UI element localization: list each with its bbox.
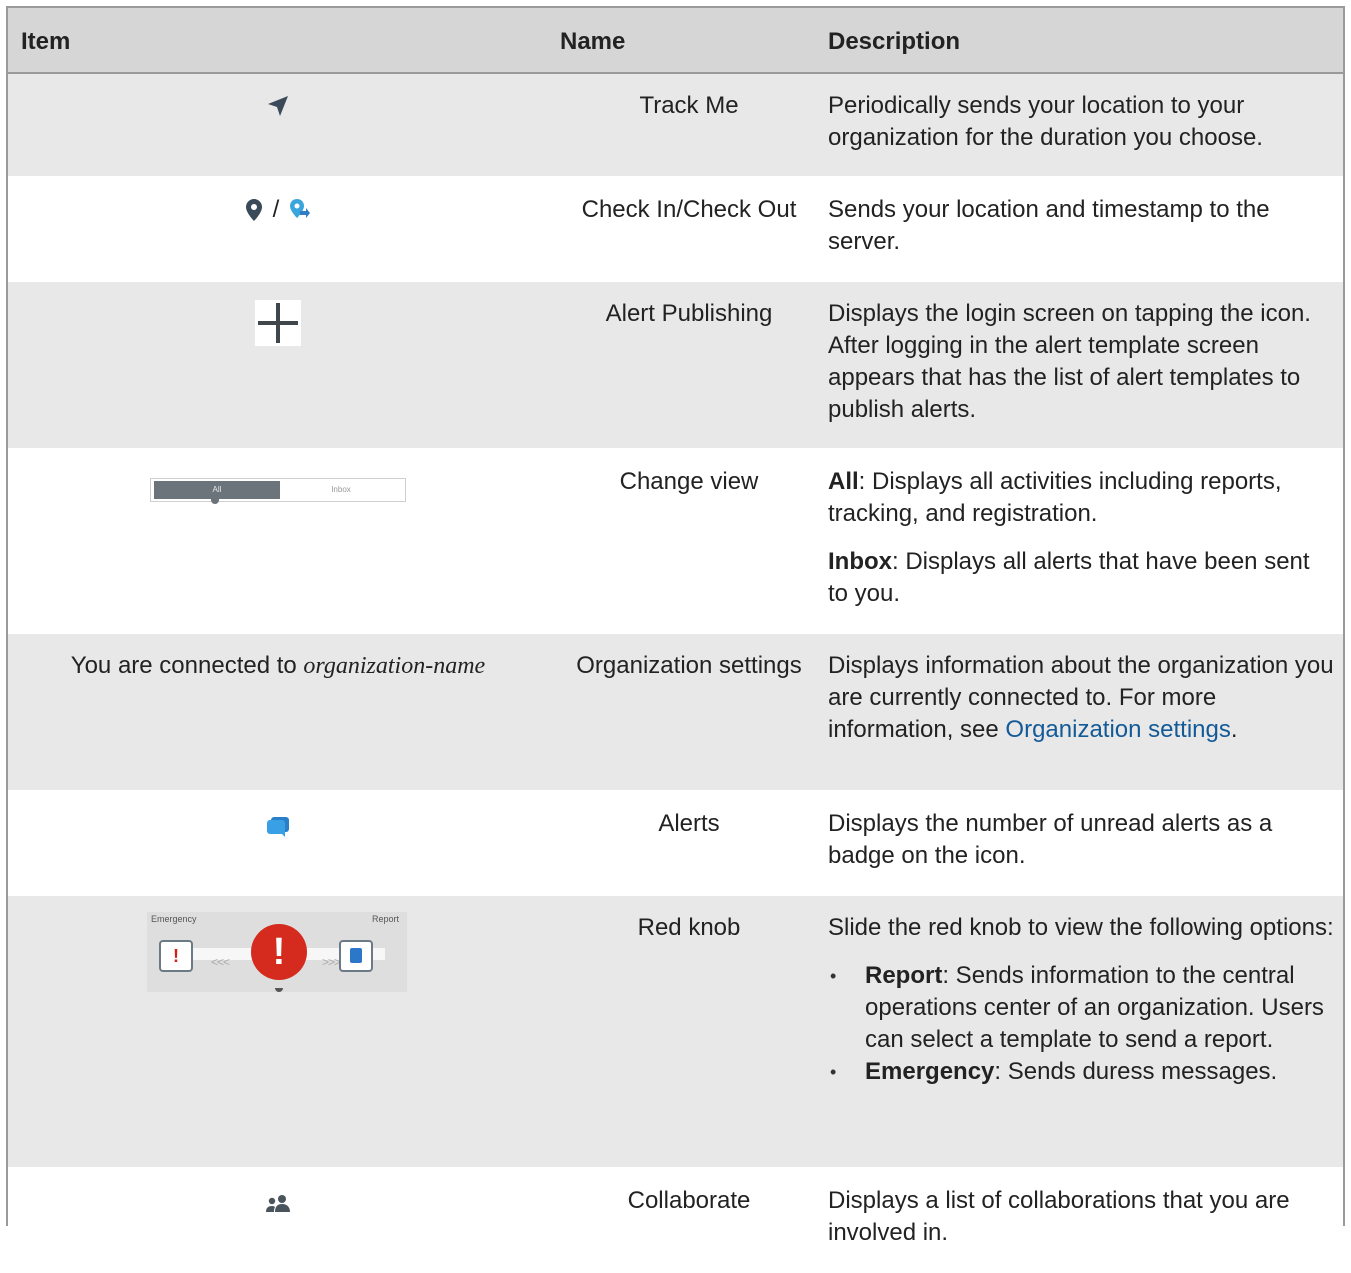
- navigation-arrow-icon: [267, 94, 289, 126]
- organization-name: organization-name: [303, 653, 486, 679]
- description-cell: Slide the red knob to view the following…: [828, 895, 1344, 1168]
- icon-separator: /: [272, 196, 280, 223]
- name-cell: Change view: [619, 468, 759, 495]
- column-header-description: Description: [828, 28, 961, 55]
- list-item: Emergency: Sends duress messages.: [828, 1056, 1336, 1088]
- term: Emergency: [865, 1058, 995, 1085]
- red-knob-icon: !: [251, 924, 307, 980]
- description-cell: Periodically sends your location to your…: [828, 92, 1263, 151]
- description-text: Slide the red knob to view the following…: [828, 914, 1334, 941]
- people-icon: [265, 1191, 291, 1223]
- table-row: Alert Publishing Displays the login scre…: [6, 281, 1344, 449]
- item-cell: [6, 73, 550, 177]
- term-text: : Displays all activities including repo…: [828, 468, 1282, 527]
- red-knob-slider: Emergency Report ! <<< >>> !: [147, 912, 407, 992]
- emergency-icon: !: [159, 940, 193, 972]
- toggle-indicator: [211, 498, 219, 504]
- name-cell: Red knob: [637, 914, 741, 941]
- map-pin-icon: [245, 198, 262, 230]
- table-row: You are connected to organization-name O…: [6, 633, 1344, 791]
- column-header-item: Item: [21, 28, 71, 55]
- term: All: [828, 468, 859, 495]
- name-cell: Alerts: [658, 810, 720, 837]
- term-text: : Sends duress messages.: [994, 1058, 1278, 1085]
- features-table: Item Name Description Track Me Periodica…: [6, 6, 1344, 1273]
- chat-bubbles-icon: [267, 814, 289, 846]
- item-cell: [6, 281, 550, 449]
- plus-icon: [255, 300, 301, 346]
- term-text: : Displays all alerts that have been sen…: [828, 548, 1310, 607]
- emergency-label: Emergency: [151, 914, 197, 924]
- item-cell: [6, 791, 550, 895]
- knob-indicator: [275, 988, 283, 992]
- connected-text: You are connected to: [70, 652, 304, 679]
- table-row: Emergency Report ! <<< >>> ! Red knob Sl…: [6, 895, 1344, 1168]
- term: Inbox: [828, 548, 892, 575]
- name-cell: Alert Publishing: [605, 300, 773, 327]
- description-cell: Displays the login screen on tapping the…: [828, 300, 1311, 423]
- table-row: Alerts Displays the number of unread ale…: [6, 791, 1344, 895]
- options-list: Report: Sends information to the central…: [828, 960, 1336, 1088]
- item-cell: Emergency Report ! <<< >>> !: [6, 895, 550, 1168]
- table-row: Collaborate Displays a list of collabora…: [6, 1168, 1344, 1272]
- description-cell: Sends your location and timestamp to the…: [828, 196, 1270, 255]
- item-cell: You are connected to organization-name: [6, 633, 550, 791]
- description-cell: All: Displays all activities including r…: [828, 449, 1344, 633]
- view-toggle-all: All: [154, 481, 280, 499]
- view-toggle-inbox: Inbox: [331, 485, 351, 494]
- item-cell: [6, 1168, 550, 1272]
- table-row: All Inbox Change view All: Displays all …: [6, 449, 1344, 633]
- organization-settings-link[interactable]: Organization settings: [1005, 716, 1230, 743]
- column-header-name: Name: [560, 28, 626, 55]
- name-cell: Collaborate: [627, 1187, 751, 1214]
- left-arrows: <<<: [211, 955, 230, 969]
- name-cell: Track Me: [639, 92, 739, 119]
- report-label: Report: [371, 914, 399, 924]
- description-cell: Displays a list of collaborations that y…: [828, 1187, 1290, 1246]
- description-cell: Displays information about the organizat…: [828, 633, 1344, 791]
- right-arrows: >>>: [322, 955, 341, 969]
- table-row: / Check In/Check Out Sends your location…: [6, 177, 1344, 281]
- table-row: Track Me Periodically sends your locatio…: [6, 73, 1344, 177]
- name-cell: Organization settings: [576, 652, 802, 679]
- description-cell: Displays the number of unread alerts as …: [828, 810, 1273, 869]
- table-right-border: [1343, 6, 1345, 1226]
- name-cell: Check In/Check Out: [581, 196, 797, 223]
- report-icon: [339, 940, 373, 972]
- map-pin-checkout-icon: [290, 198, 310, 230]
- item-cell: All Inbox: [6, 449, 550, 633]
- item-cell: /: [6, 177, 550, 281]
- term: Report: [865, 962, 943, 989]
- view-toggle: All Inbox: [150, 478, 406, 504]
- table-left-border: [6, 6, 8, 1226]
- description-end: .: [1230, 716, 1238, 743]
- list-item: Report: Sends information to the central…: [828, 960, 1336, 1056]
- table-header-row: Item Name Description: [6, 7, 1344, 73]
